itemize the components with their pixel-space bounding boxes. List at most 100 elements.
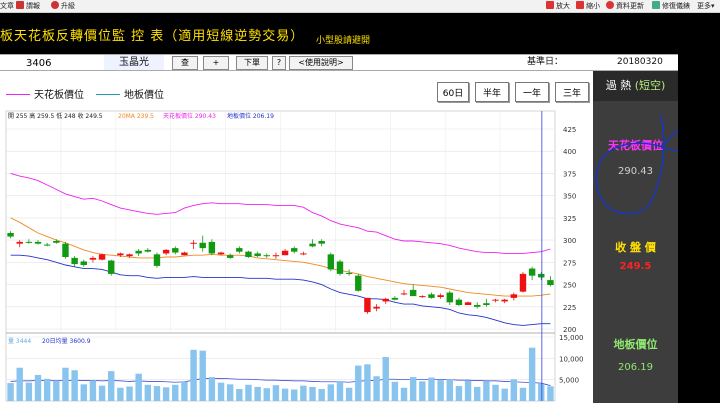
- close-label: 收 盤 價: [615, 241, 656, 254]
- toolbar-item-refresh[interactable]: 資料更新: [606, 1, 644, 12]
- price-tick-label: 300: [563, 237, 576, 245]
- base-date-label: 基準日：: [527, 57, 564, 67]
- repair-icon: [652, 1, 660, 9]
- chart-lines: [10, 172, 551, 386]
- range-button-60d[interactable]: 60日: [437, 82, 469, 102]
- volume-bar: [25, 382, 33, 401]
- candle-body: [336, 261, 344, 274]
- volume-bar: [162, 387, 170, 401]
- candle-body: [309, 243, 316, 247]
- range-button-half-year[interactable]: 半年: [475, 82, 509, 102]
- volume-bar: [254, 386, 261, 401]
- toolbar-item-report[interactable]: 謂報: [16, 1, 40, 12]
- price-tick-label: 250: [563, 282, 576, 290]
- price-chart-area[interactable]: 425 400 375 350 325 300 275 250 225 200 15,000 10,0…: [0, 109, 593, 403]
- candle-body: [391, 297, 399, 300]
- volume-bar: [419, 381, 426, 401]
- volume-bar: [400, 387, 408, 401]
- legend-floor-swatch: [96, 94, 120, 95]
- chart-grid: [5, 110, 556, 402]
- floor-readout: 地板價位 206.19: [227, 112, 274, 120]
- price-chart[interactable]: 425 400 375 350 325 300 275 250 225 20015,000 10,0…: [0, 109, 593, 403]
- candle-body: [34, 241, 42, 244]
- volume-bar: [71, 370, 78, 401]
- add-button[interactable]: +: [203, 56, 229, 70]
- volume-bar: [464, 380, 472, 401]
- candle-body: [364, 297, 371, 313]
- volume-bar: [483, 381, 490, 401]
- manual-button[interactable]: <使用說明>: [289, 56, 353, 70]
- floor-value: 206.19: [618, 362, 653, 373]
- candle-body: [318, 241, 325, 244]
- range-button-three-year[interactable]: 三年: [555, 82, 589, 102]
- candle-body: [89, 257, 97, 260]
- toolbar-item-zoom-in[interactable]: 放大: [546, 1, 570, 12]
- volume-bar: [364, 364, 371, 401]
- price-tick-label: 275: [563, 259, 576, 267]
- volume-bar: [89, 380, 97, 401]
- toolbar-item-more[interactable]: 更多▾: [697, 1, 715, 12]
- volume-bar: [547, 386, 554, 401]
- close-value: 249.5: [619, 261, 652, 272]
- right-margin: [678, 13, 720, 403]
- candle-body: [217, 252, 225, 255]
- candle-body: [16, 241, 23, 244]
- candle-body: [538, 273, 545, 278]
- candle-body: [108, 260, 115, 274]
- volume-bar: [98, 385, 106, 401]
- volume-bar: [382, 357, 389, 401]
- chart-volume: [7, 347, 554, 401]
- range-button-one-year[interactable]: 一年: [515, 82, 549, 102]
- top-toolbar: 文章 謂報 升級 放大 縮小 資料更新 修復儀錶 更多▾: [0, 0, 720, 13]
- order-button[interactable]: 下單: [236, 56, 268, 70]
- volume-bar: [108, 371, 115, 401]
- query-button[interactable]: 查: [172, 56, 198, 70]
- toolbar-zoom-in-label: 放大: [556, 2, 570, 10]
- zoom-in-icon: [546, 1, 554, 9]
- candle-body: [71, 257, 78, 265]
- candle-body: [291, 248, 298, 252]
- candle-body: [162, 249, 170, 254]
- candle-body: [373, 306, 380, 309]
- toolbar-more-label: 更多: [697, 2, 711, 10]
- toolbar-item-zoom-out[interactable]: 縮小: [576, 1, 600, 12]
- volume-bar: [199, 350, 206, 401]
- toolbar-item-article[interactable]: 文章: [0, 1, 14, 12]
- toolbar-item-upgrade[interactable]: 升級: [51, 1, 75, 12]
- volume-bar: [446, 379, 453, 401]
- volume-bar: [217, 382, 225, 401]
- price-tick-label: 400: [563, 148, 576, 156]
- stock-code-input[interactable]: [0, 56, 100, 70]
- volume-readout: 量 3444: [8, 338, 31, 345]
- candle-body: [43, 244, 51, 246]
- base-date-value: 20180320: [617, 57, 663, 67]
- candle-body: [117, 253, 124, 256]
- legend-ceiling-swatch: [6, 94, 30, 95]
- volume-bar: [43, 378, 51, 401]
- candle-body: [474, 305, 481, 307]
- help-button[interactable]: ?: [272, 56, 286, 70]
- volume-ma-readout: 20日均量 3600.9: [42, 337, 91, 345]
- signal-panel: 過 熱 (短空) 天花板價位 290.43 收 盤 價 249.5 地板價位 2…: [593, 71, 691, 403]
- title-bar: 板天花板反轉價位監 控 表（適用短線逆勢交易） 小型股請避開: [0, 13, 678, 54]
- volume-bar: [245, 384, 252, 401]
- ceiling-readout: 天花板價位 290.43: [163, 112, 216, 120]
- candle-body: [455, 299, 463, 305]
- candle-body: [419, 296, 426, 298]
- price-tick-label: 425: [563, 126, 576, 134]
- toolbar-item-repair[interactable]: 修復儀錶: [652, 1, 690, 12]
- volume-bar: [272, 385, 280, 401]
- candle-body: [400, 293, 408, 295]
- page-title: 板天花板反轉價位監 控 表（適用短線逆勢交易）: [0, 29, 305, 44]
- upgrade-icon: [51, 1, 59, 9]
- volume-bar: [281, 388, 289, 401]
- volume-bar: [391, 381, 399, 401]
- volume-bar: [7, 383, 14, 401]
- volume-bar: [181, 381, 188, 401]
- candle-body: [245, 251, 252, 257]
- price-tick-label: 350: [563, 193, 576, 201]
- candle-body: [190, 242, 197, 244]
- volume-bar: [437, 380, 444, 401]
- candle-body: [135, 250, 142, 254]
- volume-bar: [172, 384, 179, 401]
